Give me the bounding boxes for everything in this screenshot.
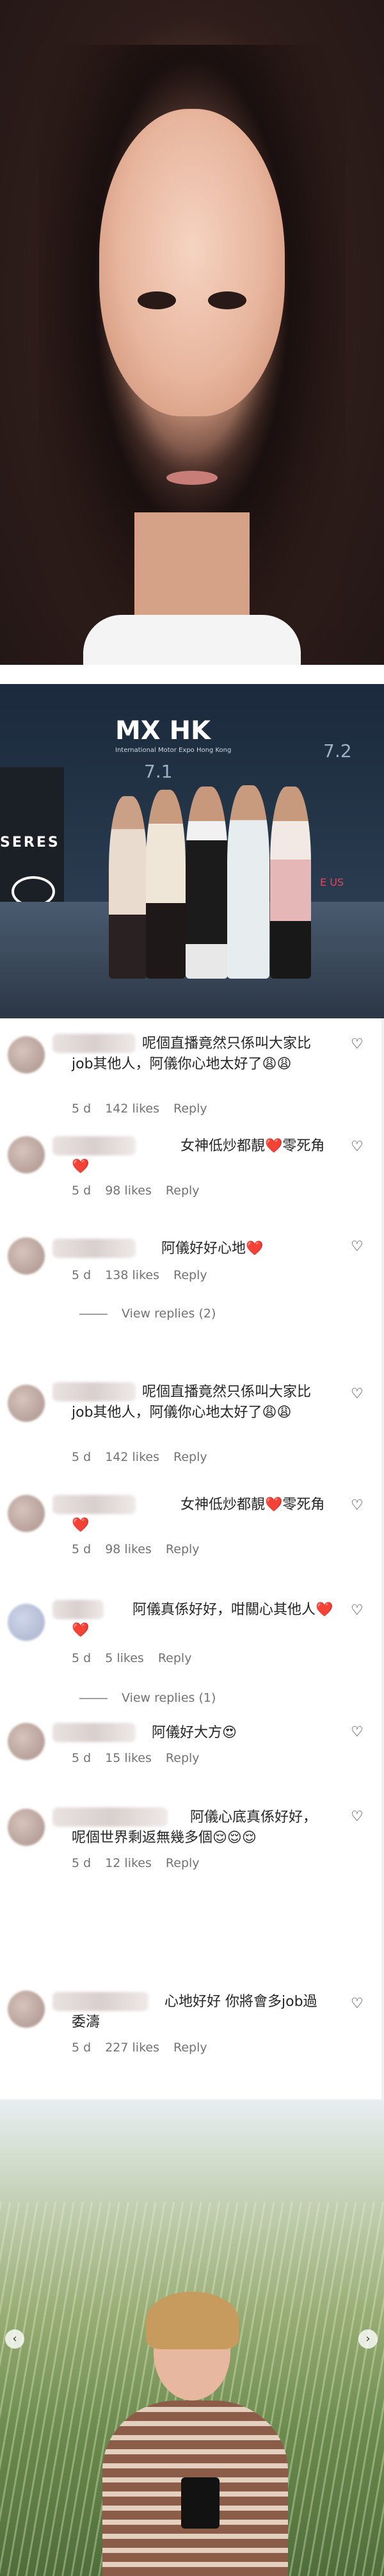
heart-icon[interactable]: ♡ xyxy=(351,1809,364,1825)
comment-meta: 5 d 98 likes Reply xyxy=(72,1542,214,1556)
person xyxy=(227,785,269,979)
reply-button[interactable]: Reply xyxy=(173,1450,207,1464)
comment-likes[interactable]: 227 likes xyxy=(105,2041,159,2055)
comment-time: 5 d xyxy=(72,1651,92,1665)
comment-meta: 5 d 15 likes Reply xyxy=(72,1751,214,1765)
person xyxy=(186,787,228,979)
avatar[interactable] xyxy=(8,1809,45,1846)
avatar[interactable] xyxy=(8,1604,45,1641)
avatar[interactable] xyxy=(8,1237,45,1275)
spacer xyxy=(0,665,384,684)
reply-button[interactable]: Reply xyxy=(173,1268,207,1282)
avatar[interactable] xyxy=(8,1991,45,2028)
person xyxy=(270,787,311,979)
view-replies-button[interactable]: View replies (1) xyxy=(79,1691,216,1705)
reply-button[interactable]: Reply xyxy=(158,1651,192,1665)
reply-button[interactable]: Reply xyxy=(173,1102,207,1116)
heart-icon[interactable]: ♡ xyxy=(351,1724,364,1740)
heart-icon[interactable]: ♡ xyxy=(351,1497,364,1513)
comment-meta: 5 d 98 likes Reply xyxy=(72,1184,214,1198)
scrollbar[interactable] xyxy=(381,1018,384,2099)
carousel-prev-icon[interactable]: ‹ xyxy=(5,2329,24,2349)
left-eye xyxy=(138,291,176,309)
avatar[interactable] xyxy=(8,1036,45,1073)
carousel-next-icon[interactable]: › xyxy=(358,2329,378,2349)
avatar[interactable] xyxy=(8,1136,45,1173)
heart-icon[interactable]: ♡ xyxy=(351,1602,364,1618)
view-replies-label: View replies (2) xyxy=(122,1307,216,1321)
comment-text: 阿儀好大方😍 xyxy=(152,1725,237,1741)
mx-logo-subtitle: International Motor Expo Hong Kong xyxy=(115,747,232,754)
face xyxy=(99,109,285,416)
hair xyxy=(146,2292,239,2349)
booth-number-1: 7.1 xyxy=(144,761,173,782)
comment-likes[interactable]: 5 likes xyxy=(105,1651,144,1665)
comment-time: 5 d xyxy=(72,1184,92,1198)
comment-time: 5 d xyxy=(72,1102,92,1116)
comment-time: 5 d xyxy=(72,1268,92,1282)
divider-line xyxy=(79,1313,108,1315)
comment-meta: 5 d 142 likes Reply xyxy=(72,1102,221,1116)
heart-icon[interactable]: ♡ xyxy=(351,1139,364,1155)
comment-time: 5 d xyxy=(72,2041,92,2055)
heart-icon[interactable]: ♡ xyxy=(351,1996,364,2012)
reply-button[interactable]: Reply xyxy=(166,1856,200,1870)
heart-icon[interactable]: ♡ xyxy=(351,1239,364,1255)
brand-text: SERES xyxy=(0,835,60,851)
view-replies-label: View replies (1) xyxy=(122,1691,216,1705)
comments-section: 呢個直播竟然只係叫大家比job其他人，阿儀你心地太好了😩😩 5 d 142 lik… xyxy=(0,1018,384,2099)
reply-button[interactable]: Reply xyxy=(166,1751,200,1765)
person xyxy=(146,790,186,979)
person xyxy=(109,796,147,979)
grass-field-photo xyxy=(0,2099,384,2576)
reply-button[interactable]: Reply xyxy=(166,1184,200,1198)
comment-text: 呢個直播竟然只係叫大家比job其他人，阿儀你心地太好了😩😩 xyxy=(72,1384,312,1421)
black-bag xyxy=(181,2477,220,2529)
comment-text: 阿儀心底真係好好，呢個世界剩返無幾多個😌😌😌 xyxy=(72,1809,317,1846)
shirt xyxy=(83,615,301,665)
comment-text: 阿儀真係好好，咁關心其他人❤️❤️ xyxy=(72,1602,333,1638)
mx-logo: MX HK xyxy=(115,716,211,746)
comment-likes[interactable]: 98 likes xyxy=(105,1542,152,1556)
right-eye xyxy=(208,291,246,309)
comment-time: 5 d xyxy=(72,1751,92,1765)
selfie-photo xyxy=(0,0,384,665)
comment-likes[interactable]: 98 likes xyxy=(105,1184,152,1198)
comment-likes[interactable]: 142 likes xyxy=(105,1450,159,1464)
heart-icon[interactable]: ♡ xyxy=(351,1036,364,1052)
comment-likes[interactable]: 12 likes xyxy=(105,1856,152,1870)
comment-text: 女神低炒都靚❤️零死角❤️ xyxy=(72,1138,325,1175)
reply-button[interactable]: Reply xyxy=(166,1542,200,1556)
divider-line xyxy=(79,1697,108,1699)
brand-tail-text: E US xyxy=(320,876,344,888)
mouth xyxy=(166,471,218,485)
comment-likes[interactable]: 15 likes xyxy=(105,1751,152,1765)
heart-icon[interactable]: ♡ xyxy=(351,1386,364,1402)
comment-time: 5 d xyxy=(72,1542,92,1556)
comment-meta: 5 d 142 likes Reply xyxy=(72,1450,221,1464)
avatar[interactable] xyxy=(8,1723,45,1760)
reply-button[interactable]: Reply xyxy=(173,2041,207,2055)
comment-likes[interactable]: 142 likes xyxy=(105,1102,159,1116)
comment-likes[interactable]: 138 likes xyxy=(105,1268,159,1282)
comment-text: 阿儀好好心地❤️ xyxy=(161,1241,264,1257)
avatar[interactable] xyxy=(8,1385,45,1422)
booth-number-2: 7.2 xyxy=(323,740,352,762)
comment-time: 5 d xyxy=(72,1450,92,1464)
view-replies-button[interactable]: View replies (2) xyxy=(79,1307,216,1321)
comment-meta: 5 d 138 likes Reply xyxy=(72,1268,221,1282)
comment-meta: 5 d 227 likes Reply xyxy=(72,2041,221,2055)
avatar[interactable] xyxy=(8,1495,45,1532)
comment-text: 女神低炒都靚❤️零死角❤️ xyxy=(72,1497,325,1533)
comment-meta: 5 d 12 likes Reply xyxy=(72,1856,214,1870)
comment-meta: 5 d 5 likes Reply xyxy=(72,1651,205,1665)
comment-time: 5 d xyxy=(72,1856,92,1870)
comment-text: 呢個直播竟然只係叫大家比job其他人，阿儀你心地太好了😩😩 xyxy=(72,1036,312,1072)
event-photo: SERES MX HK International Motor Expo Hon… xyxy=(0,684,384,1018)
comment-text: 心地好好 你將會多job過委濤 xyxy=(72,1994,317,2030)
